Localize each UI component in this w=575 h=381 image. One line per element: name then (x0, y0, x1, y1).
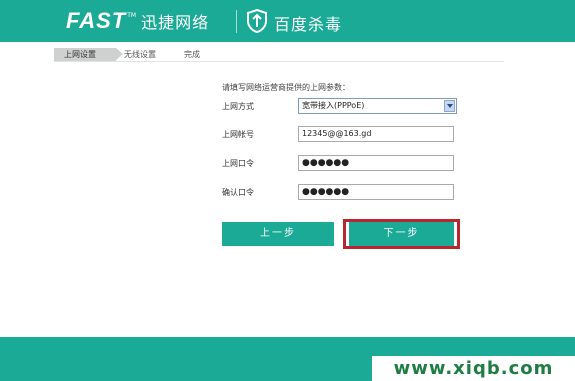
header-divider (236, 10, 237, 33)
watermark-text: www.xiqb.com (372, 356, 575, 381)
fast-logo: FAST TM 迅捷网络 (66, 8, 210, 33)
account-input[interactable]: 12345@@163.gd (298, 126, 454, 142)
connection-type-value: 宽带接入(PPPoE) (302, 101, 365, 110)
confirm-password-input[interactable]: ●●●●●● (298, 184, 454, 200)
account-label: 上网帐号 (222, 130, 254, 139)
app-header: FAST TM 迅捷网络 百度杀毒 (0, 0, 575, 42)
connection-type-label: 上网方式 (222, 102, 254, 111)
next-step-highlight: 下一步 (343, 219, 460, 249)
step-wireless-settings: 无线设置 (124, 50, 156, 59)
step-internet-settings: 上网设置 (54, 48, 116, 61)
partner-name: 百度杀毒 (274, 15, 343, 34)
connection-type-select[interactable]: 宽带接入(PPPoE) (298, 98, 457, 114)
brand-trademark: TM (127, 11, 137, 19)
password-label: 上网口令 (222, 159, 254, 168)
shield-icon (247, 9, 267, 33)
password-input[interactable]: ●●●●●● (298, 155, 454, 171)
previous-step-button[interactable]: 上一步 (222, 222, 334, 246)
brand-name-chinese: 迅捷网络 (141, 13, 210, 32)
next-step-button[interactable]: 下一步 (349, 222, 454, 246)
step-arrow (116, 48, 123, 60)
chevron-down-icon[interactable] (444, 100, 455, 112)
form-instruction: 请填写网络运营商提供的上网参数： (222, 83, 350, 92)
confirm-password-label: 确认口令 (222, 188, 254, 197)
step-finish: 完成 (184, 50, 200, 59)
steps-divider (54, 61, 504, 62)
brand-name: FAST (66, 8, 127, 33)
